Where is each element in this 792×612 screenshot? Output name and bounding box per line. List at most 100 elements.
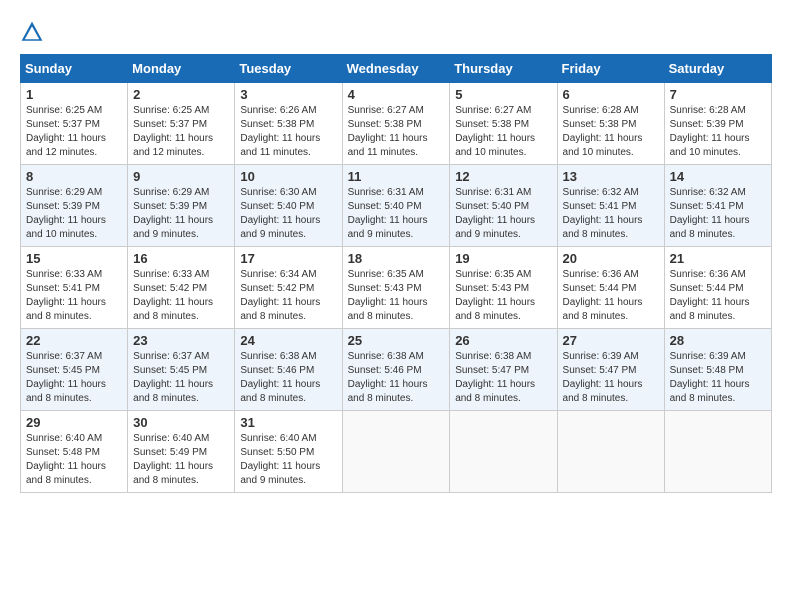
calendar-day-cell: 20Sunrise: 6:36 AM Sunset: 5:44 PM Dayli… (557, 247, 664, 329)
day-info: Sunrise: 6:25 AM Sunset: 5:37 PM Dayligh… (133, 104, 229, 160)
calendar-day-cell: 27Sunrise: 6:39 AM Sunset: 5:47 PM Dayli… (557, 329, 664, 411)
calendar-day-cell (664, 411, 771, 493)
day-info: Sunrise: 6:27 AM Sunset: 5:38 PM Dayligh… (455, 104, 551, 160)
calendar-day-cell: 19 Sunrise: 6:35 AM Sunset: 5:43 PM Dayli… (450, 247, 557, 329)
calendar-day-cell: 14 Sunrise: 6:32 AM Sunset: 5:41 PM Dayli… (664, 165, 771, 247)
calendar-day-cell: 18Sunrise: 6:35 AM Sunset: 5:43 PM Dayli… (342, 247, 450, 329)
day-info: Sunrise: 6:28 AM Sunset: 5:38 PM Dayligh… (563, 104, 659, 160)
calendar-day-header: Saturday (664, 55, 771, 83)
calendar-day-header: Monday (128, 55, 235, 83)
day-number: 15 (26, 251, 122, 266)
calendar-day-cell: 11 Sunrise: 6:31 AM Sunset: 5:40 PM Dayli… (342, 165, 450, 247)
day-info: Sunrise: 6:32 AM Sunset: 5:41 PM Dayligh… (670, 186, 766, 242)
day-number: 20 (563, 251, 659, 266)
calendar-day-cell: 31 Sunrise: 6:40 AM Sunset: 5:50 PM Dayli… (235, 411, 342, 493)
day-info: Sunrise: 6:36 AM Sunset: 5:44 PM Dayligh… (670, 268, 766, 324)
day-info: Sunrise: 6:38 AM Sunset: 5:46 PM Dayligh… (348, 350, 445, 406)
day-info: Sunrise: 6:27 AM Sunset: 5:38 PM Dayligh… (348, 104, 445, 160)
day-info: Sunrise: 6:31 AM Sunset: 5:40 PM Dayligh… (348, 186, 445, 242)
day-info: Sunrise: 6:34 AM Sunset: 5:42 PM Dayligh… (240, 268, 336, 324)
day-info: Sunrise: 6:33 AM Sunset: 5:41 PM Dayligh… (26, 268, 122, 324)
calendar-day-cell: 26Sunrise: 6:38 AM Sunset: 5:47 PM Dayli… (450, 329, 557, 411)
calendar-day-header: Tuesday (235, 55, 342, 83)
day-number: 27 (563, 333, 659, 348)
calendar-week-row: 22Sunrise: 6:37 AM Sunset: 5:45 PM Dayli… (21, 329, 772, 411)
calendar-week-row: 15 Sunrise: 6:33 AM Sunset: 5:41 PM Dayli… (21, 247, 772, 329)
day-number: 9 (133, 169, 229, 184)
calendar-day-cell (450, 411, 557, 493)
day-number: 23 (133, 333, 229, 348)
calendar-day-cell: 29 Sunrise: 6:40 AM Sunset: 5:48 PM Dayli… (21, 411, 128, 493)
calendar-header-row: SundayMondayTuesdayWednesdayThursdayFrid… (21, 55, 772, 83)
day-number: 5 (455, 87, 551, 102)
day-number: 12 (455, 169, 551, 184)
calendar-week-row: 8Sunrise: 6:29 AM Sunset: 5:39 PM Daylig… (21, 165, 772, 247)
calendar-table: SundayMondayTuesdayWednesdayThursdayFrid… (20, 54, 772, 493)
day-number: 14 (670, 169, 766, 184)
calendar-day-cell: 23 Sunrise: 6:37 AM Sunset: 5:45 PM Dayli… (128, 329, 235, 411)
day-info: Sunrise: 6:28 AM Sunset: 5:39 PM Dayligh… (670, 104, 766, 160)
day-number: 10 (240, 169, 336, 184)
day-number: 25 (348, 333, 445, 348)
calendar-day-cell: 9 Sunrise: 6:29 AM Sunset: 5:39 PM Daylig… (128, 165, 235, 247)
calendar-day-cell: 8Sunrise: 6:29 AM Sunset: 5:39 PM Daylig… (21, 165, 128, 247)
day-info: Sunrise: 6:25 AM Sunset: 5:37 PM Dayligh… (26, 104, 122, 160)
day-info: Sunrise: 6:37 AM Sunset: 5:45 PM Dayligh… (133, 350, 229, 406)
day-number: 24 (240, 333, 336, 348)
calendar-week-row: 1 Sunrise: 6:25 AM Sunset: 5:37 PM Daylig… (21, 83, 772, 165)
day-number: 4 (348, 87, 445, 102)
calendar-day-cell: 30Sunrise: 6:40 AM Sunset: 5:49 PM Dayli… (128, 411, 235, 493)
calendar-day-cell: 6 Sunrise: 6:28 AM Sunset: 5:38 PM Daylig… (557, 83, 664, 165)
day-info: Sunrise: 6:32 AM Sunset: 5:41 PM Dayligh… (563, 186, 659, 242)
calendar-day-cell (342, 411, 450, 493)
day-info: Sunrise: 6:38 AM Sunset: 5:46 PM Dayligh… (240, 350, 336, 406)
calendar-day-cell: 1 Sunrise: 6:25 AM Sunset: 5:37 PM Daylig… (21, 83, 128, 165)
day-number: 26 (455, 333, 551, 348)
day-number: 19 (455, 251, 551, 266)
day-info: Sunrise: 6:40 AM Sunset: 5:50 PM Dayligh… (240, 432, 336, 488)
calendar-week-row: 29 Sunrise: 6:40 AM Sunset: 5:48 PM Dayli… (21, 411, 772, 493)
day-number: 17 (240, 251, 336, 266)
calendar-day-cell: 2Sunrise: 6:25 AM Sunset: 5:37 PM Daylig… (128, 83, 235, 165)
calendar-day-cell: 25 Sunrise: 6:38 AM Sunset: 5:46 PM Dayli… (342, 329, 450, 411)
calendar-day-header: Sunday (21, 55, 128, 83)
day-number: 29 (26, 415, 122, 430)
calendar-day-cell: 15 Sunrise: 6:33 AM Sunset: 5:41 PM Dayli… (21, 247, 128, 329)
day-info: Sunrise: 6:30 AM Sunset: 5:40 PM Dayligh… (240, 186, 336, 242)
day-number: 21 (670, 251, 766, 266)
calendar-day-cell: 5 Sunrise: 6:27 AM Sunset: 5:38 PM Daylig… (450, 83, 557, 165)
day-number: 7 (670, 87, 766, 102)
day-number: 6 (563, 87, 659, 102)
day-number: 28 (670, 333, 766, 348)
day-info: Sunrise: 6:40 AM Sunset: 5:49 PM Dayligh… (133, 432, 229, 488)
calendar-day-header: Thursday (450, 55, 557, 83)
day-info: Sunrise: 6:39 AM Sunset: 5:48 PM Dayligh… (670, 350, 766, 406)
calendar-day-cell: 16Sunrise: 6:33 AM Sunset: 5:42 PM Dayli… (128, 247, 235, 329)
day-info: Sunrise: 6:33 AM Sunset: 5:42 PM Dayligh… (133, 268, 229, 324)
day-info: Sunrise: 6:37 AM Sunset: 5:45 PM Dayligh… (26, 350, 122, 406)
day-number: 1 (26, 87, 122, 102)
calendar-day-cell: 3 Sunrise: 6:26 AM Sunset: 5:38 PM Daylig… (235, 83, 342, 165)
day-info: Sunrise: 6:31 AM Sunset: 5:40 PM Dayligh… (455, 186, 551, 242)
day-number: 31 (240, 415, 336, 430)
calendar-day-cell: 13 Sunrise: 6:32 AM Sunset: 5:41 PM Dayli… (557, 165, 664, 247)
logo (20, 20, 48, 44)
day-number: 13 (563, 169, 659, 184)
day-info: Sunrise: 6:29 AM Sunset: 5:39 PM Dayligh… (26, 186, 122, 242)
page-header (20, 20, 772, 44)
day-number: 11 (348, 169, 445, 184)
day-info: Sunrise: 6:40 AM Sunset: 5:48 PM Dayligh… (26, 432, 122, 488)
calendar-day-cell: 7 Sunrise: 6:28 AM Sunset: 5:39 PM Daylig… (664, 83, 771, 165)
calendar-day-cell: 10 Sunrise: 6:30 AM Sunset: 5:40 PM Dayli… (235, 165, 342, 247)
day-info: Sunrise: 6:26 AM Sunset: 5:38 PM Dayligh… (240, 104, 336, 160)
calendar-day-cell: 17 Sunrise: 6:34 AM Sunset: 5:42 PM Dayli… (235, 247, 342, 329)
calendar-day-cell: 4 Sunrise: 6:27 AM Sunset: 5:38 PM Daylig… (342, 83, 450, 165)
day-info: Sunrise: 6:35 AM Sunset: 5:43 PM Dayligh… (455, 268, 551, 324)
calendar-day-cell: 12 Sunrise: 6:31 AM Sunset: 5:40 PM Dayli… (450, 165, 557, 247)
day-info: Sunrise: 6:29 AM Sunset: 5:39 PM Dayligh… (133, 186, 229, 242)
calendar-day-header: Friday (557, 55, 664, 83)
calendar-day-cell: 28 Sunrise: 6:39 AM Sunset: 5:48 PM Dayli… (664, 329, 771, 411)
calendar-day-cell (557, 411, 664, 493)
calendar-day-cell: 24 Sunrise: 6:38 AM Sunset: 5:46 PM Dayli… (235, 329, 342, 411)
day-number: 3 (240, 87, 336, 102)
